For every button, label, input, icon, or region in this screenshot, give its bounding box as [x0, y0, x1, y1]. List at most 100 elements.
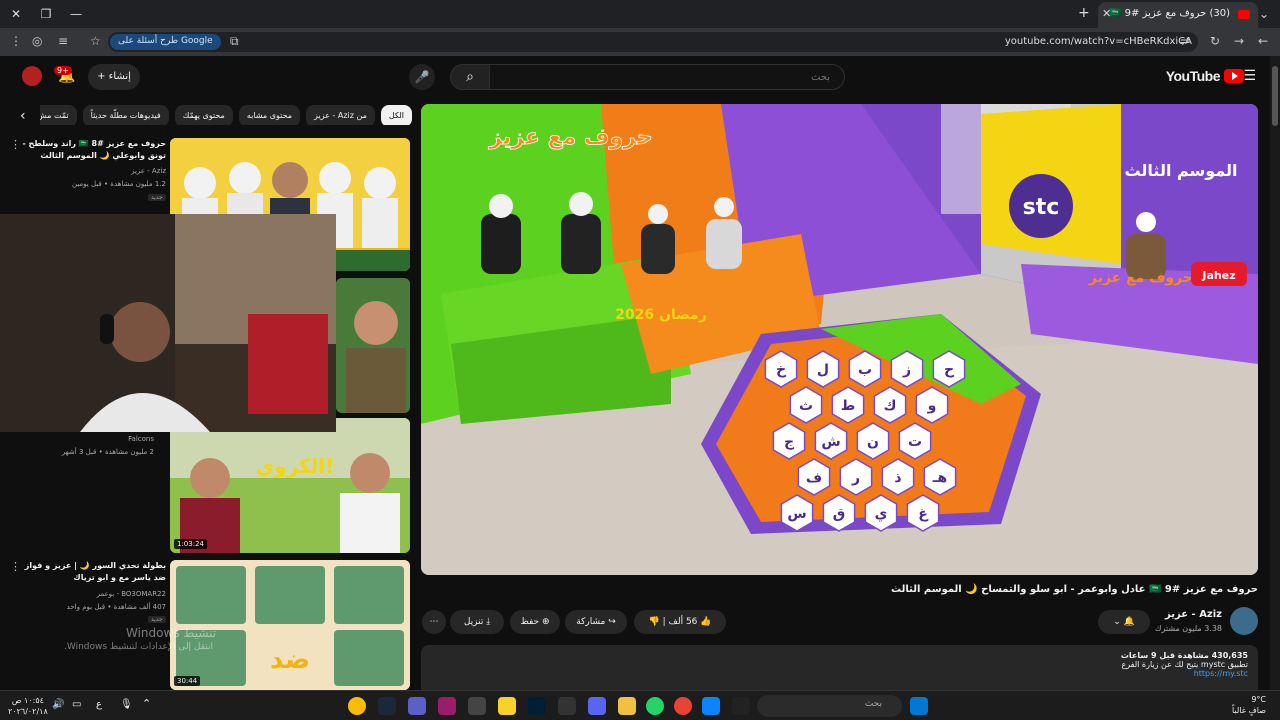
chip-watched[interactable]: تمّت مش: [40, 105, 77, 125]
mouse-app-taskbar-icon[interactable]: [558, 697, 576, 715]
ramadan-label: رمضان 2026: [615, 307, 707, 323]
webcam-image: [0, 214, 336, 432]
chrome-taskbar-icon[interactable]: [674, 697, 692, 715]
tab-search-icon[interactable]: ⌄: [1248, 4, 1280, 24]
sidebar-video-title[interactable]: حروف مع عزيز #8 🇸🇦 راند وسلطح - تونق واب…: [16, 138, 166, 162]
chip-all[interactable]: الكل: [380, 105, 412, 125]
dislike-button[interactable]: | 👎: [649, 617, 666, 627]
chip-recently-uploaded[interactable]: فيديوهات مطلّة حديثاً: [82, 105, 169, 125]
volume-icon[interactable]: 🔊: [52, 699, 64, 710]
ask-google-button[interactable]: طرح أسئلة على Google: [110, 34, 221, 50]
video-frame: stc حروف مع عزيز الموسم الثالث رمضان 202…: [421, 104, 1258, 575]
channel-name[interactable]: Aziz - عزيز: [1165, 609, 1222, 620]
file-explorer-taskbar-icon[interactable]: [618, 697, 636, 715]
browser-tab-active[interactable]: (30) حروف مع عزيز #9 🇸🇦 ✕: [1098, 2, 1258, 28]
scrollbar-thumb[interactable]: [1272, 66, 1278, 126]
sidebar-views: 1.2 مليون مشاهدة • قبل يومين: [71, 180, 166, 188]
letter-tile-label: ث: [799, 398, 813, 414]
video-player[interactable]: stc حروف مع عزيز الموسم الثالث رمضان 202…: [421, 104, 1258, 575]
forward-icon[interactable]: ←: [1258, 34, 1268, 48]
language-indicator[interactable]: ع: [96, 699, 102, 710]
chevron-up-icon[interactable]: ⌃: [142, 697, 151, 710]
subscribe-bell-button[interactable]: 🔔 ⌄: [1098, 610, 1150, 634]
description-link[interactable]: https://my.stc: [431, 669, 1248, 678]
windows-start-icon[interactable]: [910, 697, 928, 715]
sidebar-views: 407 ألف مشاهدة • قبل يوم واحد: [66, 603, 166, 611]
sidebar-channel[interactable]: BO3OMAR22 - بوعمر: [16, 589, 166, 600]
taskbar-search[interactable]: بحث: [757, 695, 902, 717]
weather-widget[interactable]: 9°C صافٍ غالباً: [1232, 694, 1266, 716]
save-icon: ⊕: [539, 617, 550, 627]
minimize-window-icon[interactable]: —: [60, 4, 92, 24]
sidebar-thumbnail[interactable]: الكروي! 1:03:24: [170, 418, 410, 553]
sidebar-thumbnail[interactable]: [336, 278, 410, 413]
close-tab-icon[interactable]: ✕: [1102, 7, 1111, 20]
like-dislike-group: 👍 56 ألف | 👎: [634, 610, 726, 634]
save-button[interactable]: ⊕ حفظ: [510, 610, 560, 634]
new-tab-icon[interactable]: +: [1078, 5, 1090, 21]
voice-search-button[interactable]: 🎤: [409, 64, 435, 90]
app-taskbar-icon[interactable]: [438, 697, 456, 715]
chevron-left-icon[interactable]: ‹: [20, 108, 26, 124]
extensions-icon[interactable]: ≡: [58, 34, 68, 48]
chip-related[interactable]: محتوى مشابه: [238, 105, 301, 125]
teams-taskbar-icon[interactable]: [408, 697, 426, 715]
page-scrollbar[interactable]: [1270, 56, 1280, 690]
webcam-overlay: [0, 214, 336, 432]
letter-tile-label: ن: [867, 434, 879, 450]
plus-icon: +: [97, 71, 109, 82]
sticky-notes-taskbar-icon[interactable]: [498, 697, 516, 715]
site-settings-icon[interactable]: ⇌: [1180, 34, 1190, 48]
download-button[interactable]: ⤓ تنزيل: [450, 610, 504, 634]
browser-tab-strip: ✕ ❐ — + (30) حروف مع عزيز #9 🇸🇦 ✕ ⌄: [0, 0, 1280, 28]
back-icon[interactable]: →: [1234, 34, 1244, 48]
reload-icon[interactable]: ↻: [1210, 34, 1220, 48]
browser-toolbar: ⋮ ◎ ≡ ☆ طرح أسئلة على Google ⧉ youtube.c…: [0, 28, 1280, 56]
microphone-icon[interactable]: 🎙: [120, 699, 133, 710]
maximize-window-icon[interactable]: ❐: [30, 4, 62, 24]
browser-menu-icon[interactable]: ⋮: [10, 34, 22, 48]
steam-taskbar-icon[interactable]: [378, 697, 396, 715]
search-input[interactable]: [490, 65, 844, 90]
whatsapp-taskbar-icon[interactable]: [646, 697, 664, 715]
bookmark-star-icon[interactable]: ☆: [90, 34, 101, 48]
chip-from-channel[interactable]: من Aziz - عزيز: [306, 105, 375, 125]
more-horizontal-icon: ⋯: [429, 617, 439, 627]
epic-games-taskbar-icon[interactable]: [732, 697, 750, 715]
network-icon[interactable]: ▭: [72, 699, 81, 710]
discord-taskbar-icon[interactable]: [588, 697, 606, 715]
photoshop-taskbar-icon[interactable]: [528, 697, 546, 715]
youtube-logo[interactable]: YouTube: [1166, 68, 1244, 84]
microphone-icon: 🎤: [414, 70, 430, 84]
channel-avatar[interactable]: [1230, 607, 1258, 635]
save-label: حفظ: [520, 617, 540, 627]
letter-tile-label: ح: [944, 362, 955, 378]
video-duration: 1:03:24: [174, 539, 207, 549]
search-box[interactable]: [489, 64, 845, 90]
search-icon: ⌕: [466, 69, 474, 85]
search-button[interactable]: ⌕: [450, 64, 490, 90]
like-button[interactable]: 👍 56 ألف: [669, 617, 712, 627]
chip-for-you[interactable]: محتوى يهمّك: [174, 105, 233, 125]
chrome-taskbar-icon[interactable]: [348, 697, 366, 715]
sidebar-video-title[interactable]: بطولة تحدي السور 🌙 | عزيز و فواز ضد ياسر…: [16, 560, 166, 584]
share-button[interactable]: ↪ مشاركة: [565, 610, 627, 634]
close-window-icon[interactable]: ✕: [0, 4, 32, 24]
create-button[interactable]: + إنشاء: [88, 64, 140, 90]
taskbar-clock[interactable]: ١٠:٥٤ ص ٢٠٢٦/٠٢/١٨: [8, 695, 48, 717]
app-taskbar-icon[interactable]: [702, 697, 720, 715]
install-icon[interactable]: ⧉: [230, 34, 239, 49]
weather-temp: 9°C: [1251, 695, 1266, 704]
avatar[interactable]: [22, 66, 42, 86]
app-taskbar-icon[interactable]: [468, 697, 486, 715]
sponsor-logo-jahez: Jahez: [1201, 269, 1235, 282]
sidebar-thumbnail[interactable]: ضد 30:44: [170, 560, 410, 690]
more-actions-button[interactable]: ⋯: [422, 610, 446, 634]
profile-icon[interactable]: ◎: [32, 34, 42, 48]
sidebar-channel[interactable]: Falcons: [14, 434, 154, 445]
youtube-logo-text: YouTube: [1165, 68, 1221, 84]
letter-tile-label: خ: [776, 362, 787, 378]
sidebar-channel[interactable]: Aziz - عزيز: [16, 166, 166, 177]
hamburger-menu-icon[interactable]: ☰: [1243, 68, 1256, 84]
letter-tile-label: غ: [918, 506, 929, 522]
